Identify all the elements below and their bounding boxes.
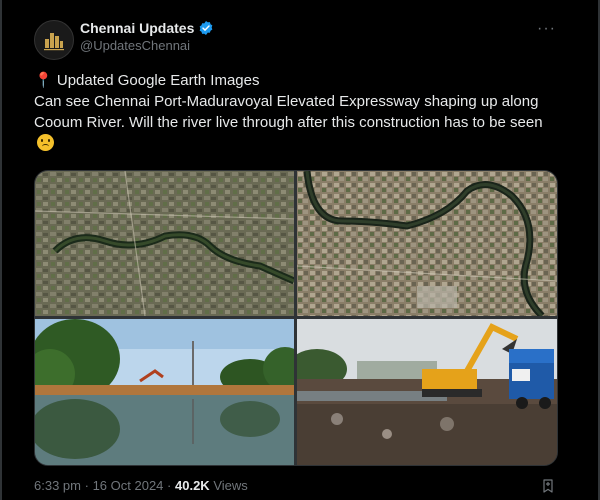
meta-separator: ·: [84, 478, 89, 493]
views-label: Views: [213, 478, 248, 493]
bookmark-icon[interactable]: [540, 478, 556, 494]
tweet-line-2: Can see Chennai Port-Maduravoyal Elevate…: [34, 93, 543, 131]
media-image-satellite-2[interactable]: [297, 171, 557, 316]
views-count: 40.2K: [175, 478, 210, 493]
avatar[interactable]: [34, 20, 74, 60]
tweet-meta: 6:33 pm · 16 Oct 2024 · 40.2K Views: [34, 478, 248, 493]
tweet-time[interactable]: 6:33 pm: [34, 478, 81, 493]
media-image-river-photo[interactable]: [35, 319, 294, 465]
pin-icon: 📍: [34, 72, 53, 89]
left-border: [0, 0, 2, 500]
tweet-text: 📍 Updated Google Earth Images Can see Ch…: [34, 70, 554, 154]
author-name-row[interactable]: Chennai Updates: [80, 20, 214, 36]
meta-separator: ·: [167, 478, 172, 493]
author-name[interactable]: Chennai Updates: [80, 20, 194, 36]
avatar-logo-icon: [44, 33, 64, 51]
tweet-date[interactable]: 16 Oct 2024: [93, 478, 164, 493]
verified-badge-icon: [200, 21, 213, 35]
media-image-satellite-1[interactable]: [35, 171, 294, 316]
more-icon[interactable]: ···: [537, 20, 556, 38]
tweet-line-1: Updated Google Earth Images: [56, 72, 260, 89]
media-grid: [34, 170, 558, 466]
author-handle[interactable]: @UpdatesChennai: [80, 38, 190, 53]
media-image-construction-photo[interactable]: [297, 319, 557, 465]
frowning-face-emoji: [37, 134, 54, 151]
